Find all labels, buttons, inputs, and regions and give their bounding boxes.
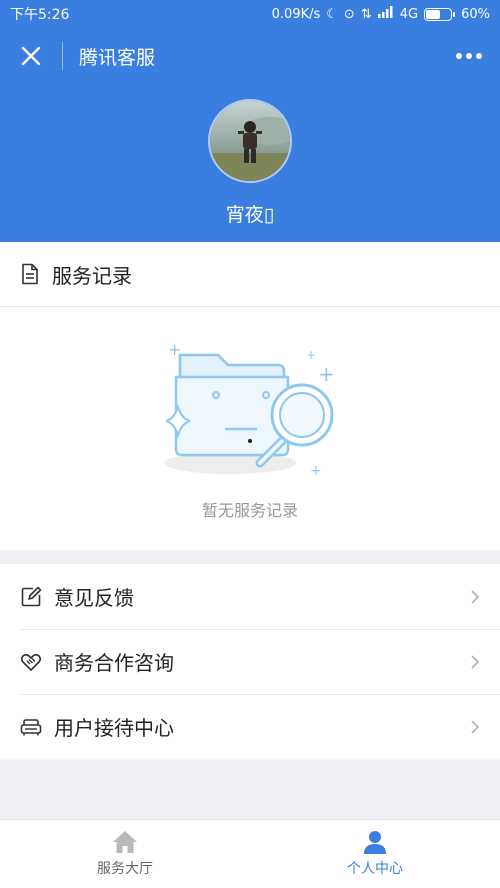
close-icon [21,46,41,66]
status-icons: 0.09K/s ☾ ⊙ ⇅ 4G 60% [272,6,490,22]
status-bar: 下午5:26 0.09K/s ☾ ⊙ ⇅ 4G 60% [0,0,500,28]
more-dots-icon [456,53,462,59]
status-time: 下午5:26 [10,7,70,23]
signal-icon [377,6,394,22]
tab-service-hall[interactable]: 服务大厅 [0,820,250,888]
service-records-header: 服务记录 [0,242,500,307]
nav-bar: 腾讯客服 [0,28,500,84]
service-records-title: 服务记录 [52,263,132,288]
empty-state-text: 暂无服务记录 [201,501,298,520]
svg-text:+: + [318,362,335,386]
person-icon [364,831,386,854]
tab-label: 个人中心 [347,861,403,877]
chevron-right-icon [471,589,480,604]
sofa-icon [20,718,42,735]
menu-item-label: 意见反馈 [54,586,134,610]
data-arrows-icon: ⇅ [360,6,372,22]
svg-text:+: + [306,348,316,362]
menu-item-label: 用户接待中心 [54,716,174,740]
battery-icon [424,7,456,21]
tab-personal-center[interactable]: 个人中心 [250,820,500,888]
network-speed: 0.09K/s [271,6,321,22]
nav-divider [62,42,63,70]
close-button[interactable] [0,28,62,84]
menu-item-feedback[interactable]: 意见反馈 [0,564,500,629]
empty-folder-search-illustration: + + + + [164,340,335,477]
menu-list: 意见反馈 商务合作咨询 用户接待中心 [0,564,500,759]
empty-state: + + + + 暂无服务记录 [0,307,500,550]
header: 下午5:26 0.09K/s ☾ ⊙ ⇅ 4G 60% 腾讯客服 宵夜▯ [0,0,500,242]
network-type: 4G [399,6,419,22]
menu-item-label: 商务合作咨询 [54,651,174,675]
battery-percent: 60% [461,6,490,22]
more-button[interactable] [452,42,486,70]
chevron-right-icon [471,719,480,734]
menu-item-business[interactable]: 商务合作咨询 [0,629,500,694]
username: 宵夜▯ [225,204,275,226]
moon-icon: ☾ [326,6,338,22]
home-icon [113,831,137,853]
alarm-icon: ⊙ [343,6,355,22]
tab-label: 服务大厅 [97,861,153,877]
page-title: 腾讯客服 [79,46,156,69]
edit-icon [21,586,42,606]
chevron-right-icon [471,654,480,669]
avatar[interactable] [208,99,292,183]
svg-text:+: + [168,340,181,359]
tab-bar: 服务大厅 个人中心 [0,819,500,888]
svg-text:+: + [310,463,322,477]
handshake-icon [20,653,42,671]
document-icon [22,263,38,285]
menu-item-reception[interactable]: 用户接待中心 [0,694,500,759]
